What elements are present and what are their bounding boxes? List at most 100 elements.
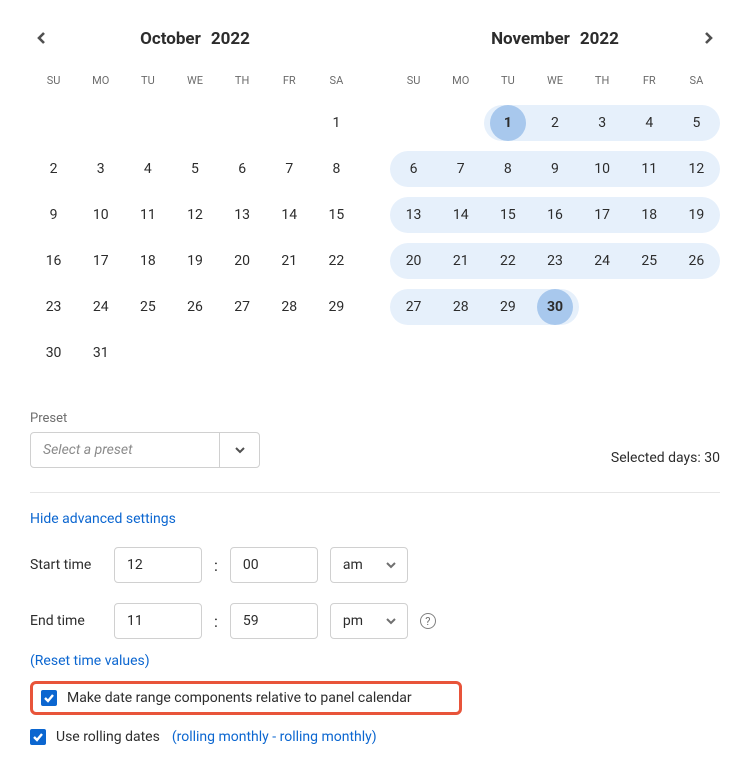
day-cell[interactable]: 21 <box>266 243 313 279</box>
day-cell[interactable]: 6 <box>390 151 437 187</box>
end-ampm-select[interactable]: pm <box>330 603 408 639</box>
day-cell[interactable]: 18 <box>124 243 171 279</box>
day-cell[interactable]: 15 <box>484 197 531 233</box>
day-cell[interactable]: 23 <box>531 243 578 279</box>
day-cell[interactable]: 5 <box>673 105 720 141</box>
day-cell[interactable]: 3 <box>579 105 626 141</box>
day-cell[interactable]: 9 <box>30 197 77 233</box>
day-cell[interactable]: 15 <box>313 197 360 233</box>
day-cell[interactable]: 11 <box>124 197 171 233</box>
day-cell[interactable]: 31 <box>77 335 124 371</box>
rolling-dates-checkbox[interactable] <box>30 729 46 745</box>
day-cell[interactable]: 17 <box>77 243 124 279</box>
preset-dropdown-button[interactable] <box>219 433 259 467</box>
prev-month-button[interactable] <box>30 26 54 50</box>
day-cell[interactable]: 14 <box>266 197 313 233</box>
weekday-label: MO <box>77 70 124 99</box>
day-cell[interactable]: 3 <box>77 151 124 187</box>
day-cell[interactable]: 20 <box>219 243 266 279</box>
calendar-right: November 2022 SUMOTUWETHFRSA 12345678910… <box>390 24 720 371</box>
day-cell[interactable]: 19 <box>673 197 720 233</box>
day-empty <box>437 105 484 141</box>
day-cell[interactable]: 21 <box>437 243 484 279</box>
day-cell[interactable]: 14 <box>437 197 484 233</box>
start-minute-input[interactable]: 00 <box>230 547 318 583</box>
day-cell[interactable]: 28 <box>437 289 484 325</box>
day-cell[interactable]: 26 <box>673 243 720 279</box>
left-year-label: 2022 <box>211 29 250 49</box>
reset-time-link[interactable]: (Reset time values) <box>30 653 720 669</box>
day-cell[interactable]: 11 <box>626 151 673 187</box>
day-cell[interactable]: 29 <box>484 289 531 325</box>
day-cell[interactable]: 1 <box>313 105 360 141</box>
day-cell[interactable]: 12 <box>673 151 720 187</box>
end-hour-input[interactable]: 11 <box>114 603 202 639</box>
day-cell[interactable]: 2 <box>30 151 77 187</box>
day-cell[interactable]: 27 <box>390 289 437 325</box>
day-cell[interactable]: 6 <box>219 151 266 187</box>
day-cell[interactable]: 19 <box>171 243 218 279</box>
day-cell[interactable]: 10 <box>77 197 124 233</box>
relative-to-panel-label: Make date range components relative to p… <box>67 690 412 706</box>
relative-to-panel-highlight: Make date range components relative to p… <box>30 681 462 715</box>
end-minute-input[interactable]: 59 <box>230 603 318 639</box>
day-cell[interactable]: 24 <box>579 243 626 279</box>
day-cell[interactable]: 2 <box>531 105 578 141</box>
day-empty <box>124 335 171 371</box>
day-cell[interactable]: 8 <box>313 151 360 187</box>
day-cell[interactable]: 16 <box>30 243 77 279</box>
day-cell[interactable]: 16 <box>531 197 578 233</box>
day-cell[interactable]: 7 <box>437 151 484 187</box>
day-cell[interactable]: 23 <box>30 289 77 325</box>
day-cell[interactable]: 9 <box>531 151 578 187</box>
day-cell[interactable]: 30 <box>531 289 578 325</box>
day-cell[interactable]: 4 <box>626 105 673 141</box>
day-empty <box>579 289 626 325</box>
day-cell[interactable]: 1 <box>484 105 531 141</box>
day-empty <box>30 105 77 141</box>
day-cell[interactable]: 13 <box>219 197 266 233</box>
start-hour-input[interactable]: 12 <box>114 547 202 583</box>
start-time-label: Start time <box>30 557 102 573</box>
next-month-button[interactable] <box>696 26 720 50</box>
day-empty <box>171 335 218 371</box>
day-cell[interactable]: 27 <box>219 289 266 325</box>
day-cell[interactable]: 22 <box>484 243 531 279</box>
divider <box>30 492 720 493</box>
day-cell[interactable]: 30 <box>30 335 77 371</box>
day-cell[interactable]: 4 <box>124 151 171 187</box>
day-cell[interactable]: 12 <box>171 197 218 233</box>
day-cell[interactable]: 20 <box>390 243 437 279</box>
start-ampm-select[interactable]: am <box>330 547 408 583</box>
day-cell[interactable]: 8 <box>484 151 531 187</box>
chevron-down-icon <box>385 615 397 627</box>
day-cell[interactable]: 25 <box>124 289 171 325</box>
weekday-label: FR <box>266 70 313 99</box>
calendar-left: October 2022 SUMOTUWETHFRSA 123456789101… <box>30 24 360 371</box>
preset-placeholder: Select a preset <box>31 433 219 467</box>
day-cell[interactable]: 5 <box>171 151 218 187</box>
day-cell[interactable]: 10 <box>579 151 626 187</box>
weekday-label: TU <box>484 70 531 99</box>
day-cell[interactable]: 22 <box>313 243 360 279</box>
day-empty <box>219 105 266 141</box>
day-cell[interactable]: 17 <box>579 197 626 233</box>
info-icon[interactable]: ? <box>420 613 436 629</box>
day-cell[interactable]: 7 <box>266 151 313 187</box>
day-cell[interactable]: 29 <box>313 289 360 325</box>
relative-to-panel-checkbox[interactable] <box>41 690 57 706</box>
preset-label: Preset <box>30 411 260 426</box>
rolling-dates-detail[interactable]: (rolling monthly - rolling monthly) <box>172 729 377 745</box>
day-cell[interactable]: 24 <box>77 289 124 325</box>
day-cell[interactable]: 18 <box>626 197 673 233</box>
toggle-advanced-link[interactable]: Hide advanced settings <box>30 511 720 527</box>
day-cell[interactable]: 13 <box>390 197 437 233</box>
day-cell[interactable]: 26 <box>171 289 218 325</box>
day-empty <box>626 289 673 325</box>
weekday-label: TH <box>579 70 626 99</box>
day-empty <box>266 105 313 141</box>
preset-select[interactable]: Select a preset <box>30 432 260 468</box>
day-empty <box>390 105 437 141</box>
day-cell[interactable]: 25 <box>626 243 673 279</box>
day-cell[interactable]: 28 <box>266 289 313 325</box>
